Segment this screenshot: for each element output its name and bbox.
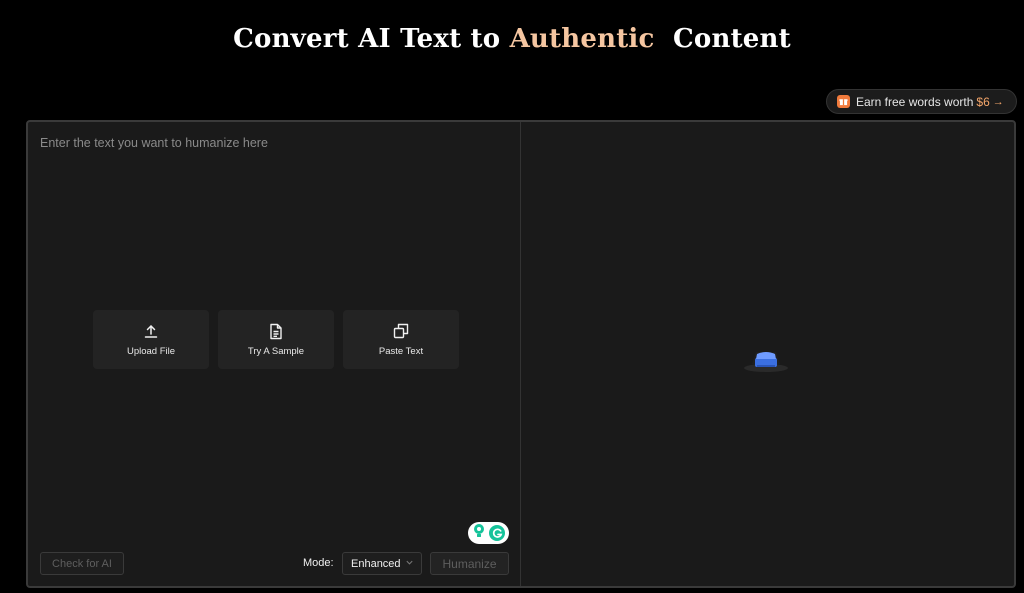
paste-text-button[interactable]: Paste Text [343, 310, 459, 369]
arrow-right-icon: → [992, 95, 1004, 108]
editor-toolbar: Check for AI Mode: Enhanced Humanize [40, 552, 510, 576]
earn-free-words-button[interactable]: Earn free words worth $6 → [826, 89, 1017, 114]
output-pane [521, 122, 1014, 586]
mode-value: Enhanced [351, 557, 401, 570]
document-icon [268, 322, 284, 340]
grammarly-icon [489, 525, 506, 541]
paste-text-label: Paste Text [378, 346, 424, 357]
empty-box-icon [742, 344, 790, 374]
title-part2: Content [673, 24, 791, 54]
mode-select[interactable]: Enhanced [342, 552, 422, 575]
upload-file-button[interactable]: Upload File [93, 310, 209, 369]
check-for-ai-button[interactable]: Check for AI [40, 552, 124, 575]
page-title: Convert AI Text to Authentic Content [0, 24, 1024, 54]
try-sample-label: Try A Sample [247, 346, 305, 357]
upload-icon [143, 322, 159, 340]
grammarly-bulb-icon [472, 523, 486, 544]
gift-icon [837, 95, 850, 108]
input-actions: Upload File Try A Sample Paste Text [93, 310, 459, 369]
title-accent: Authentic [509, 24, 655, 54]
mode-label: Mode: [303, 557, 334, 569]
input-pane: Upload File Try A Sample Paste Text [28, 122, 521, 586]
humanize-button[interactable]: Humanize [430, 552, 509, 575]
title-part1: Convert AI Text to [233, 24, 501, 54]
humanizer-editor: Upload File Try A Sample Paste Text [26, 120, 1016, 588]
earn-amount: $6 [976, 94, 990, 109]
upload-file-label: Upload File [126, 346, 176, 357]
try-sample-button[interactable]: Try A Sample [218, 310, 334, 369]
chevron-down-icon [405, 558, 414, 569]
grammarly-widget[interactable] [468, 522, 509, 544]
earn-label: Earn free words worth [856, 94, 974, 109]
copy-icon [393, 322, 409, 340]
